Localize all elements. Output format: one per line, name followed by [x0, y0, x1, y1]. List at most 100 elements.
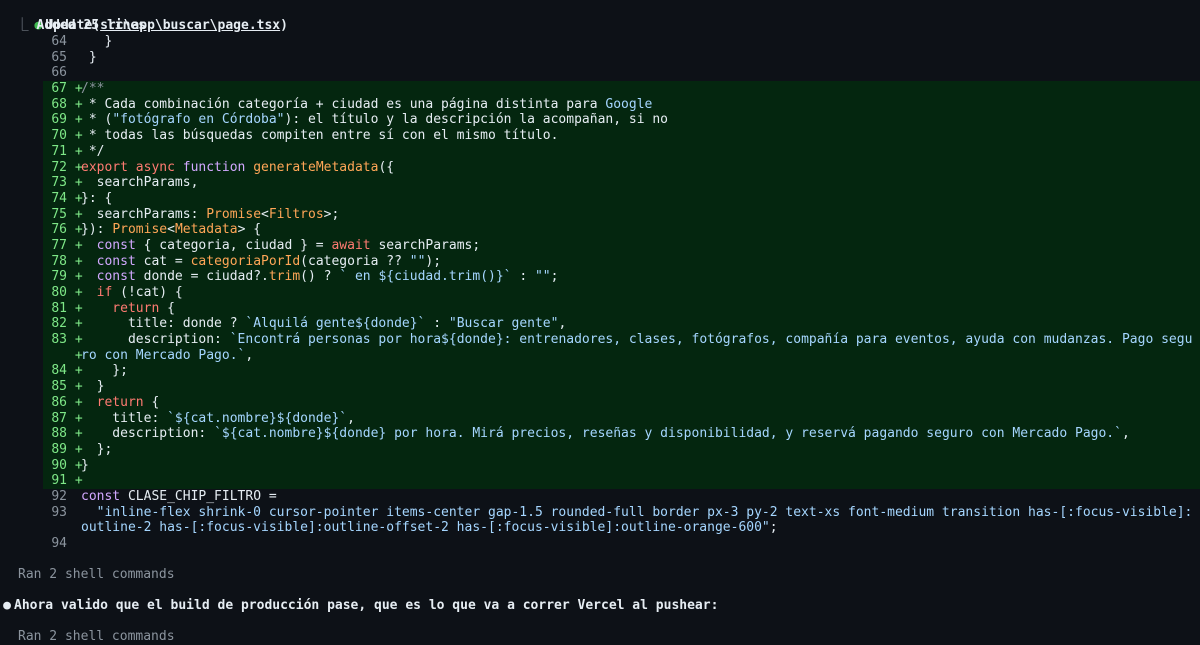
- diff-sign: +: [67, 363, 83, 379]
- code-token: const: [81, 237, 144, 253]
- code-token: cat =: [143, 253, 191, 269]
- code-token: Google: [605, 96, 653, 112]
- ran-shell-commands-1[interactable]: Ran 2 shell commands: [0, 566, 1200, 583]
- diff-sign: [67, 505, 81, 521]
- code-token: }: [81, 379, 105, 395]
- code-token: categoriaPorId: [190, 253, 301, 269]
- diff-line-added: 80 + if (!cat) {: [43, 285, 1200, 301]
- code-token: outline-2 has-[:focus-visible]:outline-o…: [81, 520, 770, 536]
- diff-line-added: 79 + const donde = ciudad?.trim() ? ` en…: [43, 269, 1200, 285]
- diff-sign: [67, 65, 81, 81]
- code-token: :: [511, 269, 535, 285]
- ran-shell-commands-2[interactable]: Ran 2 shell commands: [0, 628, 1200, 645]
- diff-sign: +: [67, 222, 83, 238]
- line-number: 83: [51, 332, 67, 348]
- code-token: function: [182, 159, 254, 175]
- code-token: "": [409, 253, 426, 269]
- line-number: 74: [51, 190, 67, 206]
- code-token: /**: [81, 81, 105, 97]
- code-token: trim: [268, 269, 301, 285]
- diff-line-added: 77 + const { categoria, ciudad } = await…: [43, 237, 1200, 254]
- diff-line-context: 66: [43, 65, 1200, 81]
- diff-line-added: 76 +}): Promise<Metadata> {: [43, 222, 1200, 238]
- line-number: 76: [51, 222, 67, 238]
- code-token: * todas las búsquedas compiten entre sí …: [81, 128, 559, 144]
- code-token: if: [81, 285, 121, 300]
- diff-sign: +: [67, 269, 83, 285]
- code-token: {: [167, 300, 175, 316]
- code-token: }: [81, 34, 113, 49]
- line-number: 82: [51, 316, 67, 332]
- line-number: 65: [51, 49, 67, 65]
- line-number: 78: [51, 253, 67, 269]
- code-token: CLASE_CHIP_FILTRO =: [127, 488, 277, 504]
- line-number: 90: [51, 457, 67, 473]
- diff-sign: +: [67, 112, 83, 128]
- line-number: 72: [51, 159, 67, 175]
- diff-sign: +: [67, 300, 83, 316]
- diff-line-context: outline-2 has-[:focus-visible]:outline-o…: [43, 520, 1200, 536]
- line-number: 86: [51, 394, 67, 410]
- diff-line-added: 75 + searchParams: Promise<Filtros>;: [43, 206, 1200, 223]
- diff-sign: [67, 50, 81, 66]
- diff-sign: +: [67, 159, 83, 175]
- assistant-message: ● Ahora valido que el build de producción…: [0, 597, 1200, 614]
- code-token: {: [151, 394, 160, 410]
- line-number: 80: [51, 285, 67, 300]
- diff-sign: [67, 520, 81, 536]
- diff-line-added: 81 + return {: [43, 300, 1200, 317]
- diff-sign: +: [67, 316, 83, 332]
- code-token: */: [81, 143, 105, 159]
- tool-call-summary: ⎿ Added 25 lines: [0, 17, 1200, 34]
- code-token: (!cat) {: [120, 285, 183, 300]
- diff-line-context: 92 const CLASE_CHIP_FILTRO =: [43, 489, 1200, 505]
- diff-line-added: 74 +}: {: [43, 190, 1200, 207]
- tree-branch-icon: ⎿: [15, 18, 29, 33]
- code-token: description:: [81, 332, 230, 348]
- diff-sign: +: [67, 426, 83, 442]
- code-token: return: [81, 394, 152, 410]
- tool-call-header: ● Update(src\app\buscar\page.tsx): [0, 0, 1200, 33]
- code-token: };: [81, 441, 113, 457]
- code-token: "": [534, 269, 551, 285]
- diff-sign: +: [67, 473, 83, 489]
- diff-line-added: 84 + };: [43, 363, 1200, 380]
- diff-line-added: 87 + title: `${cat.nombre}${donde}`,: [43, 410, 1200, 427]
- line-number: 71: [51, 143, 67, 159]
- code-token: ,: [558, 316, 567, 332]
- diff-sign: [67, 34, 81, 50]
- code-token: title:: [81, 410, 168, 426]
- terminal-window: ● Update(src\app\buscar\page.tsx) ⎿ Added…: [0, 0, 1200, 645]
- diff-line-added: 78 + const cat = categoriaPorId(categori…: [43, 253, 1200, 270]
- line-number: 79: [51, 269, 67, 285]
- line-number: 88: [51, 426, 67, 442]
- code-token: ,: [347, 410, 355, 426]
- code-token: * (: [81, 112, 113, 128]
- code-token: Filtros: [268, 206, 324, 222]
- code-token: await: [331, 237, 379, 253]
- diff-line-added: 73 + searchParams,: [43, 175, 1200, 191]
- code-token: };: [81, 363, 128, 379]
- code-token: :: [425, 316, 449, 332]
- diff-line-added: 70 + * todas las búsquedas compiten entr…: [43, 128, 1200, 144]
- line-number: 92: [51, 488, 67, 504]
- code-token: ,: [1121, 426, 1130, 442]
- code-token: );: [425, 253, 442, 269]
- diff-line-added: 85 + }: [43, 379, 1200, 395]
- line-number: 67: [51, 81, 67, 97]
- diff-sign: [67, 536, 81, 552]
- diff-line-added: 88 + description: `${cat.nombre}${donde}…: [43, 426, 1200, 442]
- diff-line-added: 91 +: [43, 473, 1200, 489]
- line-number: 93: [51, 504, 67, 520]
- line-number: 91: [51, 473, 67, 489]
- diff-line-added: 90 +}: [43, 457, 1200, 474]
- code-token: () ?: [300, 269, 340, 285]
- diff-sign: +: [67, 332, 83, 348]
- code-token: "Buscar gente": [448, 316, 559, 332]
- code-token: Promise: [206, 206, 262, 222]
- diff-line-added: 89 + };: [43, 441, 1200, 458]
- diff-sign: +: [67, 379, 83, 395]
- code-token: (categoria ??: [300, 253, 410, 269]
- code-token: "inline-flex shrink-0 cursor-pointer ite…: [81, 504, 1193, 520]
- code-token: searchParams;: [378, 237, 481, 253]
